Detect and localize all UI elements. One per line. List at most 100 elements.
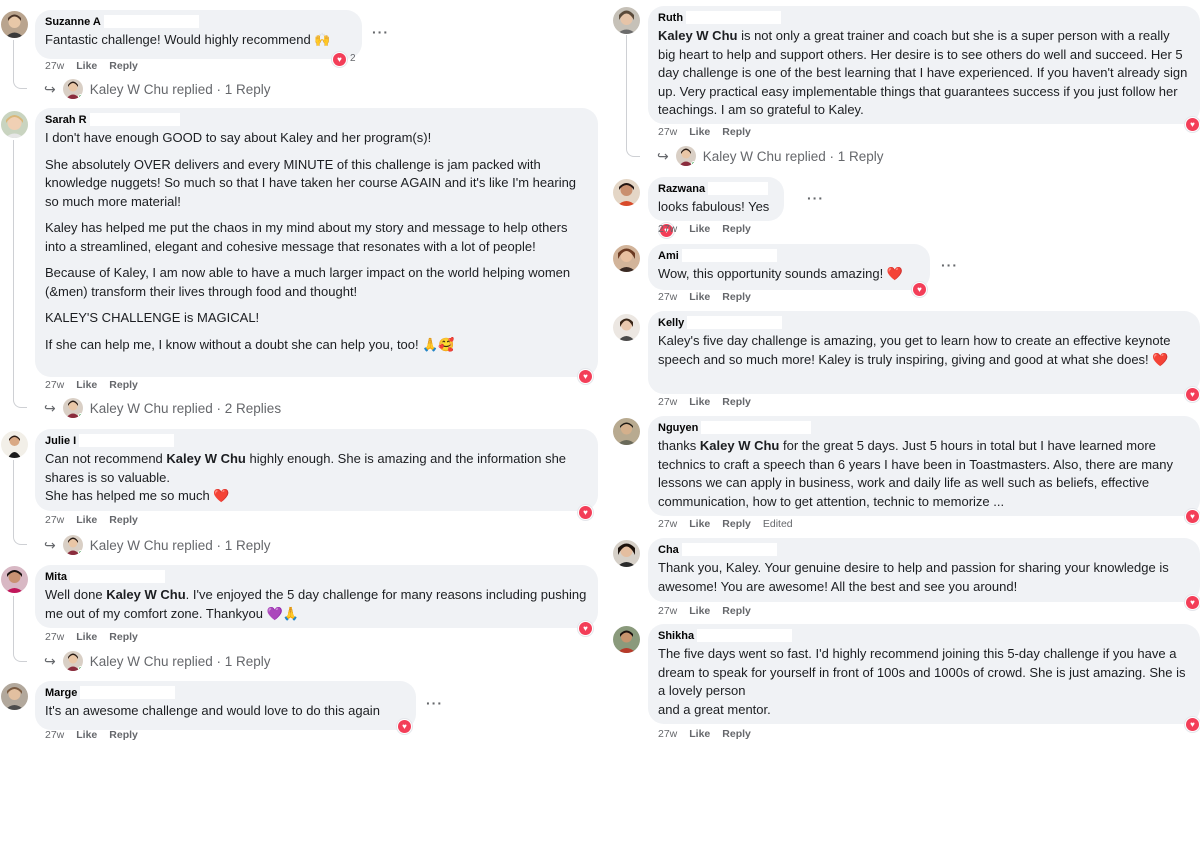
mention-link[interactable]: Kaley W Chu (106, 587, 185, 602)
commenter-name[interactable]: Kelly (658, 316, 1190, 329)
like-button[interactable]: Like (76, 379, 97, 391)
comment-text: The five days went so fast. I'd highly r… (658, 646, 1186, 717)
reply-button[interactable]: Reply (722, 223, 751, 235)
timestamp[interactable]: 27w (45, 631, 64, 643)
like-button[interactable]: Like (689, 518, 710, 530)
avatar[interactable] (613, 245, 640, 272)
love-reaction-icon[interactable]: ♥ (577, 368, 594, 385)
avatar[interactable] (613, 626, 640, 653)
timestamp[interactable]: 27w (45, 514, 64, 526)
commenter-name[interactable]: Cha (658, 543, 1190, 556)
commenter-name[interactable]: Shikha (658, 629, 1190, 642)
reply-button[interactable]: Reply (109, 379, 138, 391)
like-button[interactable]: Like (689, 728, 710, 740)
love-reaction-icon[interactable]: ♥ (1184, 116, 1200, 133)
commenter-name[interactable]: Ami (658, 249, 920, 262)
reply-button[interactable]: Reply (722, 291, 751, 303)
more-options-icon[interactable]: ··· (426, 695, 443, 711)
reply-button[interactable]: Reply (109, 631, 138, 643)
commenter-name[interactable]: Nguyen (658, 421, 1190, 434)
love-reaction-icon[interactable]: ♥ (1184, 594, 1200, 611)
timestamp[interactable]: 27w (658, 396, 677, 408)
like-button[interactable]: Like (689, 396, 710, 408)
like-button[interactable]: Like (689, 291, 710, 303)
commenter-name[interactable]: Julie I (45, 434, 588, 447)
reply-button[interactable]: Reply (722, 126, 751, 138)
more-options-icon[interactable]: ··· (941, 257, 958, 273)
mention-link[interactable]: Kaley W Chu (166, 451, 245, 466)
commenter-name[interactable]: Sarah R (45, 113, 588, 126)
comment-paragraph: KALEY'S CHALLENGE is MAGICAL! (45, 310, 260, 325)
reply-button[interactable]: Reply (722, 728, 751, 740)
like-button[interactable]: Like (689, 223, 710, 235)
view-replies-link[interactable]: ↪ Kaley W Chu replied · 1 Reply (657, 146, 884, 166)
avatar[interactable] (613, 314, 640, 341)
love-reaction-icon[interactable]: ♥ (1184, 386, 1200, 403)
comment-bubble: Marge It's an awesome challenge and woul… (35, 681, 416, 730)
timestamp[interactable]: 27w (658, 126, 677, 138)
more-options-icon[interactable]: ··· (807, 190, 824, 206)
comment-text: Well done Kaley W Chu. I've enjoyed the … (45, 587, 587, 621)
comment-bubble: Sarah R I don't have enough GOOD to say … (35, 108, 598, 377)
view-replies-link[interactable]: ↪ Kaley W Chu replied · 1 Reply (44, 535, 271, 555)
commenter-name[interactable]: Ruth (658, 11, 1190, 24)
love-reaction-icon[interactable]: ♥ (577, 620, 594, 637)
comment-actions: 27w Like Reply (45, 379, 138, 391)
reply-button[interactable]: Reply (722, 518, 751, 530)
reply-button[interactable]: Reply (109, 60, 138, 72)
avatar[interactable] (613, 179, 640, 206)
avatar[interactable] (613, 418, 640, 445)
reply-button[interactable]: Reply (722, 605, 751, 617)
view-replies-link[interactable]: ↪ Kaley W Chu replied · 2 Replies (44, 398, 281, 418)
like-button[interactable]: Like (76, 514, 97, 526)
love-reaction-icon[interactable]: ♥ (396, 718, 413, 735)
love-reaction-icon[interactable]: ♥ (577, 504, 594, 521)
avatar[interactable] (1, 566, 28, 593)
timestamp[interactable]: 27w (658, 223, 677, 235)
avatar[interactable] (613, 540, 640, 567)
comment-text: Kaley's five day challenge is amazing, y… (658, 333, 1171, 367)
mention-link[interactable]: Kaley W Chu (658, 28, 737, 43)
comment-bubble: Ruth Kaley W Chu is not only a great tra… (648, 6, 1200, 124)
avatar[interactable] (613, 7, 640, 34)
view-replies-link[interactable]: ↪ Kaley W Chu replied · 1 Reply (44, 651, 271, 671)
timestamp[interactable]: 27w (45, 729, 64, 741)
avatar[interactable] (1, 111, 28, 138)
love-reaction-icon[interactable]: ♥ (911, 281, 928, 298)
comment-bubble: Nguyen thanks Kaley W Chu for the great … (648, 416, 1200, 516)
like-button[interactable]: Like (689, 126, 710, 138)
avatar[interactable] (1, 683, 28, 710)
love-reaction-icon[interactable]: ♥ (331, 51, 348, 68)
reply-button[interactable]: Reply (109, 514, 138, 526)
comment-text: Kaley W Chu is not only a great trainer … (658, 28, 1188, 117)
thread-line (13, 596, 27, 662)
commenter-name[interactable]: Marge (45, 686, 406, 699)
love-reaction-icon[interactable]: ♥ (1184, 508, 1200, 525)
timestamp[interactable]: 27w (658, 605, 677, 617)
avatar[interactable] (1, 431, 28, 458)
like-button[interactable]: Like (76, 631, 97, 643)
like-button[interactable]: Like (689, 605, 710, 617)
timestamp[interactable]: 27w (658, 518, 677, 530)
commenter-name[interactable]: Razwana (658, 182, 774, 195)
timestamp[interactable]: 27w (658, 728, 677, 740)
reply-button[interactable]: Reply (722, 396, 751, 408)
more-options-icon[interactable]: ··· (372, 24, 389, 40)
timestamp[interactable]: 27w (658, 291, 677, 303)
reply-summary: Kaley W Chu replied · 1 Reply (702, 148, 884, 164)
view-replies-link[interactable]: ↪ Kaley W Chu replied · 1 Reply (44, 79, 271, 99)
reply-summary: Kaley W Chu replied · 2 Replies (89, 400, 282, 416)
timestamp[interactable]: 27w (45, 60, 64, 72)
mention-link[interactable]: Kaley W Chu (700, 438, 779, 453)
reply-button[interactable]: Reply (109, 729, 138, 741)
comment-bubble: Cha Thank you, Kaley. Your genuine desir… (648, 538, 1200, 602)
love-reaction-icon[interactable]: ♥ (1184, 716, 1200, 733)
thread-line (13, 40, 27, 89)
commenter-name[interactable]: Mita (45, 570, 588, 583)
reaction-count[interactable]: 2 (350, 53, 356, 64)
like-button[interactable]: Like (76, 729, 97, 741)
avatar[interactable] (1, 11, 28, 38)
commenter-name[interactable]: Suzanne A (45, 15, 352, 28)
timestamp[interactable]: 27w (45, 379, 64, 391)
like-button[interactable]: Like (76, 60, 97, 72)
